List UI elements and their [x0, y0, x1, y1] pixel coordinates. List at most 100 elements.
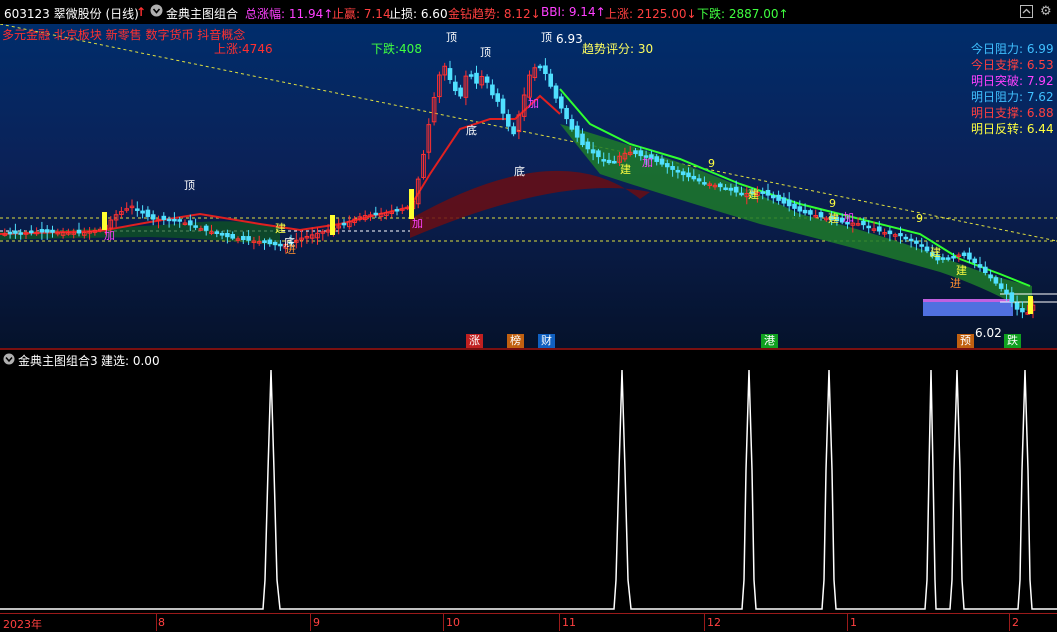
chevron-down-icon[interactable] [150, 4, 163, 20]
candle-body [760, 191, 766, 194]
date-label: 2023年 [3, 618, 42, 631]
candle-body [76, 229, 82, 234]
candle-body [468, 74, 474, 77]
signal-build: 建 [748, 188, 759, 201]
candle-body [908, 238, 914, 242]
signal-add: 加 [843, 211, 854, 224]
concept-tags[interactable]: 多元金融 北京板块 新零售 数字货币 抖音概念 [2, 26, 245, 43]
candle-body [940, 257, 946, 260]
candle-body [553, 85, 559, 99]
signal-nine: 9 [916, 212, 923, 225]
candle-body [659, 158, 665, 165]
candle-body [495, 93, 500, 102]
stat-up: 上涨: 2125.00↓ [605, 7, 697, 21]
candle-body [145, 209, 151, 217]
candle-body [29, 230, 34, 234]
candle-body [945, 257, 951, 260]
candle-body [574, 125, 580, 138]
candle-body [135, 208, 140, 211]
candle-body [559, 96, 564, 109]
indicator-name[interactable]: 金典主图组合 [166, 5, 238, 22]
badge-die[interactable]: 跌 [1004, 334, 1021, 348]
stat-down: 下跌: 2887.00↑ [697, 7, 789, 21]
candle-body [262, 240, 267, 244]
badge-zhang[interactable]: 涨 [466, 334, 483, 348]
candle-body [728, 187, 734, 191]
candle-body [914, 240, 919, 244]
candle-body [225, 232, 230, 238]
candle-body [39, 229, 45, 233]
highlight-candle [102, 212, 107, 230]
candle-body [887, 230, 893, 235]
date-label: 9 [313, 616, 320, 629]
badge-bang[interactable]: 榜 [507, 334, 524, 348]
signal-bottom: 底 [466, 124, 477, 137]
candle-body [150, 214, 156, 220]
signal-build: 建 [956, 264, 967, 277]
signal-top: 顶 [480, 46, 491, 59]
signal-enter: 进 [285, 243, 296, 256]
candle-body [585, 141, 591, 150]
highlight-candle [330, 215, 335, 235]
level-tomorrow-reversal: 明日反转: 6.44 [971, 122, 1054, 136]
candle-body [686, 172, 691, 178]
candle-body [1020, 308, 1025, 313]
badge-cai[interactable]: 财 [538, 334, 555, 348]
date-axis: 2023年 8 9 10 11 12 1 2 [0, 613, 1057, 632]
badge-yu[interactable]: 预 [957, 334, 974, 348]
candle-body [776, 194, 781, 201]
date-label: 10 [446, 616, 460, 629]
candle-body [781, 197, 787, 204]
candle-body [219, 232, 225, 236]
candle-body [961, 252, 967, 257]
badge-gang[interactable]: 港 [761, 334, 778, 348]
candle-body [537, 65, 543, 69]
candle-body [458, 87, 463, 97]
date-label: 1 [850, 616, 857, 629]
candle-body [230, 233, 235, 239]
stat-take-profit: 止赢: 7.14 [332, 7, 391, 21]
stat-total-rise: 总涨幅: 11.94↑ [245, 7, 334, 21]
candle-body [506, 114, 511, 127]
signal-enter: 进 [950, 277, 961, 290]
up-arrow-icon: ↑ [136, 5, 147, 19]
signal-build: 建 [828, 212, 839, 225]
stat-stop-loss: 止损: 6.60 [389, 7, 448, 21]
level-tomorrow-support: 明日支撑: 6.88 [971, 106, 1054, 120]
candle-body [802, 209, 808, 214]
candle-body [654, 156, 660, 162]
candle-body [177, 219, 182, 222]
candle-body [977, 264, 983, 268]
signal-add: 加 [104, 229, 115, 242]
candle-body [633, 150, 638, 154]
candle-body [272, 241, 278, 246]
candle-body [166, 218, 172, 222]
gear-icon[interactable]: ⚙ [1040, 4, 1052, 19]
candle-body [861, 220, 866, 226]
candle-body [18, 232, 23, 235]
candle-body [675, 169, 681, 173]
candle-body [733, 186, 739, 193]
candle-body [739, 192, 744, 196]
candle-body [951, 256, 956, 259]
sub-indicator-panel[interactable]: 金典主图组合3 建选: 0.00 [0, 350, 1057, 613]
candle-body [341, 222, 347, 226]
candle-body [1004, 289, 1009, 295]
candle-body [548, 73, 554, 87]
candle-body [718, 183, 723, 188]
candle-body [993, 277, 999, 284]
main-chart-panel[interactable]: 多元金融 北京板块 新零售 数字货币 抖音概念 上涨:4746 下跌:408 趋… [0, 24, 1057, 348]
header-bar: 603123 翠微股份 (日线) ↑ 金典主图组合 总涨幅: 11.94↑ 止赢… [0, 0, 1057, 24]
candle-body [13, 230, 18, 234]
price-low-label: 6.02 [975, 326, 1002, 340]
highlight-candle [409, 189, 414, 219]
candle-body [44, 229, 50, 233]
candle-body [447, 68, 453, 80]
stock-code-name[interactable]: 603123 翠微股份 (日线) [4, 5, 139, 22]
candle-body [7, 231, 13, 235]
candle-body [267, 239, 273, 245]
highlight-candle [1028, 296, 1033, 314]
candle-body [702, 182, 707, 185]
candle-body [983, 266, 988, 273]
maximize-icon[interactable] [1020, 5, 1033, 21]
